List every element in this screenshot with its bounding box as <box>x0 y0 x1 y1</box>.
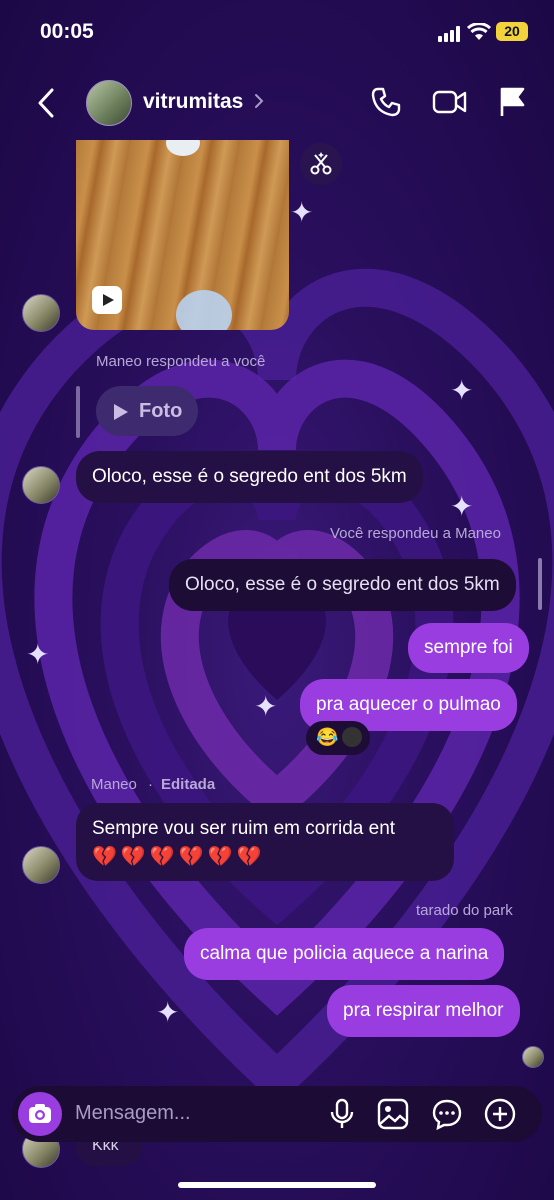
sender-name: Maneo <box>91 776 137 793</box>
reply-context-label: Você respondeu a Maneo <box>330 525 501 542</box>
quote-indicator <box>76 386 80 438</box>
reaction-emoji: 😂 <box>316 727 339 747</box>
outgoing-message[interactable]: sempre foi <box>408 623 529 673</box>
incoming-message[interactable]: Oloco, esse é o segredo ent dos 5km <box>76 451 423 503</box>
message-text: pra respirar melhor <box>343 1000 504 1021</box>
signal-icon <box>438 26 460 42</box>
flag-icon[interactable] <box>498 86 526 118</box>
message-input[interactable]: Mensagem... <box>75 1102 191 1125</box>
message-text: Oloco, esse é o segredo ent dos 5km <box>92 466 407 487</box>
message-list[interactable]: Maneo respondeu a você Foto Oloco, esse … <box>0 0 554 1200</box>
status-bar: 00:05 20 <box>0 0 554 64</box>
photo-detail <box>166 140 200 156</box>
message-text: pra aquecer o pulmao <box>316 694 501 715</box>
sender-avatar[interactable] <box>22 294 60 332</box>
message-composer[interactable]: Mensagem... <box>12 1086 542 1142</box>
sender-avatar[interactable] <box>22 466 60 504</box>
phone-icon[interactable] <box>370 86 402 118</box>
meta-separator: · <box>148 776 153 793</box>
scrollbar[interactable] <box>538 558 542 610</box>
quoted-photo-label: Foto <box>139 400 183 422</box>
message-text: sempre foi <box>424 637 513 658</box>
shared-photo-message[interactable] <box>76 140 289 330</box>
sticker-chat-icon[interactable] <box>431 1098 463 1130</box>
quoted-message[interactable]: Oloco, esse é o segredo ent dos 5km <box>169 559 516 611</box>
play-icon <box>114 404 128 420</box>
battery-indicator: 20 <box>496 22 528 41</box>
message-text: Oloco, esse é o segredo ent dos 5km <box>185 574 500 595</box>
message-text: Sempre vou ser ruim em corrida ent <box>92 818 396 839</box>
home-indicator[interactable] <box>178 1182 376 1188</box>
edited-label: Editada <box>161 776 216 793</box>
reply-context-label: Maneo respondeu a você <box>96 353 266 370</box>
plus-circle-icon[interactable] <box>484 1098 516 1130</box>
seen-avatar <box>522 1046 544 1068</box>
message-emojis: 💔💔💔💔💔💔 <box>92 846 266 868</box>
chat-header: vitrumitas <box>0 64 554 140</box>
message-reactions[interactable]: 😂 <box>306 721 370 755</box>
contact-username[interactable]: vitrumitas <box>143 90 243 114</box>
photo-detail <box>176 290 232 330</box>
chevron-right-icon[interactable] <box>254 93 264 109</box>
camera-button[interactable] <box>18 1092 62 1136</box>
message-text: calma que policia aquece a narina <box>200 943 489 964</box>
incoming-message[interactable]: Sempre vou ser ruim em corrida ent <box>76 803 454 881</box>
status-time: 00:05 <box>40 20 94 43</box>
reply-context-label: tarado do park <box>416 902 513 919</box>
image-icon[interactable] <box>377 1098 409 1130</box>
outgoing-message[interactable]: pra respirar melhor <box>327 985 520 1037</box>
back-arrow-icon[interactable] <box>36 88 56 118</box>
scissors-sparkle-icon[interactable] <box>300 143 342 185</box>
quoted-photo-pill[interactable]: Foto <box>96 386 198 436</box>
wifi-icon <box>467 23 491 40</box>
microphone-icon[interactable] <box>328 1098 356 1130</box>
play-icon[interactable] <box>92 286 122 314</box>
contact-avatar[interactable] <box>86 80 132 126</box>
video-camera-icon[interactable] <box>432 86 468 118</box>
camera-icon <box>29 1104 51 1123</box>
outgoing-message[interactable]: calma que policia aquece a narina <box>184 928 505 980</box>
sender-avatar[interactable] <box>22 846 60 884</box>
reactor-avatar <box>342 727 362 747</box>
